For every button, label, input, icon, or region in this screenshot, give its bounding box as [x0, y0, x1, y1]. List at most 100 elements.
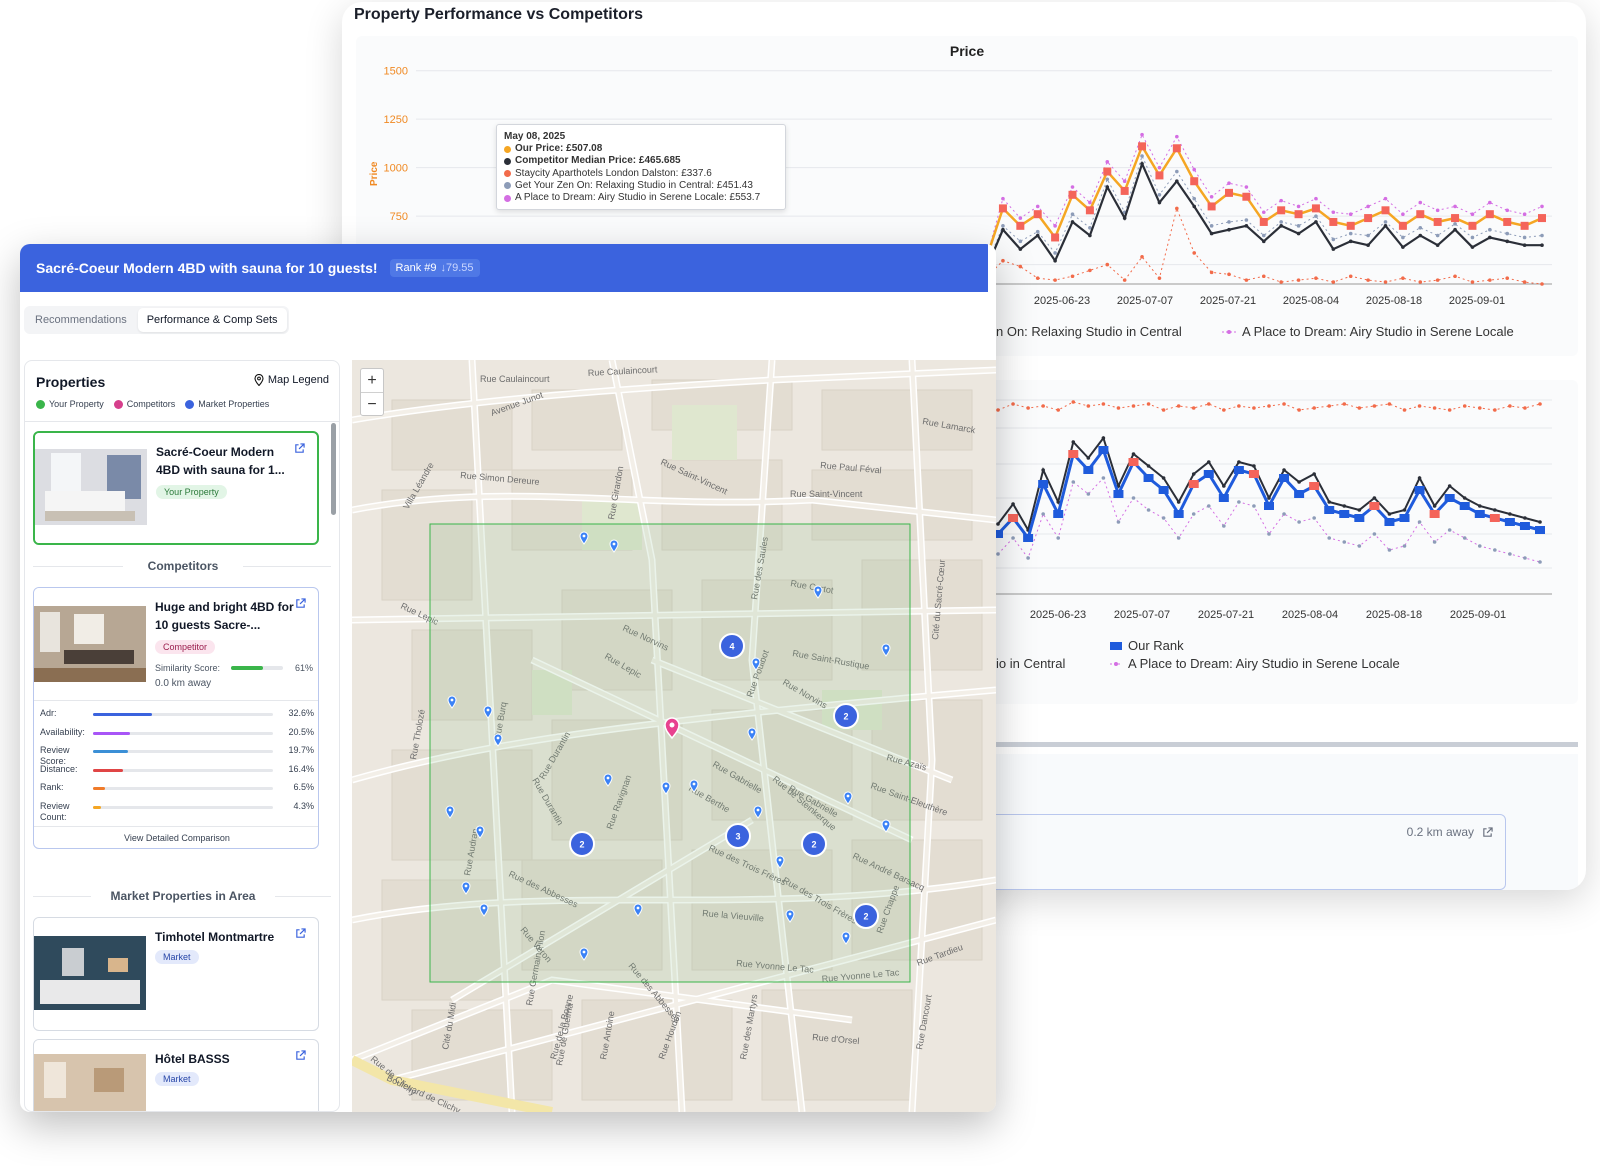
data-point: [1227, 227, 1231, 232]
map-block: [761, 989, 913, 1101]
data-point: [1053, 258, 1057, 263]
legend-label: Your Property: [49, 399, 104, 409]
data-point: [1041, 468, 1045, 472]
legend-row: Your Property Competitors Market Propert…: [36, 399, 269, 409]
map-park: [672, 405, 737, 460]
data-point: [1417, 476, 1422, 480]
external-link-icon[interactable]: [1482, 826, 1493, 838]
your-property-name[interactable]: Sacré-Coeur Modern 4BD with sauna for 1.…: [156, 443, 296, 479]
metric-value: 6.5%: [293, 782, 314, 793]
market-name[interactable]: Timhotel Montmartre: [155, 928, 295, 946]
data-point: [1435, 278, 1440, 282]
metric-bar: [93, 731, 273, 735]
view-detailed-comparison-link[interactable]: View Detailed Comparison: [34, 833, 318, 843]
data-point: [1122, 179, 1127, 184]
similarity-row: Similarity Score: 61%: [155, 663, 313, 675]
data-point: [1176, 404, 1181, 408]
data-point: [1387, 402, 1392, 406]
data-point: [1399, 514, 1410, 522]
data-point: [1191, 472, 1196, 476]
data-point: [1279, 474, 1290, 482]
data-point: [1387, 548, 1392, 552]
market-card[interactable]: Timhotel Montmartre Market: [33, 917, 319, 1031]
map-view[interactable]: Rue Caulaincourt Rue Caulaincourt Avenue J…: [352, 360, 996, 1112]
data-point: [1522, 235, 1527, 240]
legend-swatch-icon: [1222, 329, 1236, 334]
pin-hole: [750, 730, 754, 734]
data-point: [1172, 144, 1181, 153]
data-point: [1366, 278, 1370, 282]
zoom-in-button[interactable]: +: [361, 369, 383, 393]
your-property-card[interactable]: Sacré-Coeur Modern 4BD with sauna for 1.…: [33, 431, 319, 545]
market-tag: Market: [155, 950, 199, 964]
data-point: [1071, 480, 1076, 484]
data-point: [1432, 504, 1437, 508]
series-line: [915, 143, 1543, 266]
market-name[interactable]: Hôtel BASSS: [155, 1050, 295, 1068]
data-point: [1053, 251, 1057, 255]
data-point: [996, 552, 1000, 556]
data-point: [1227, 272, 1231, 277]
performance-title: Property Performance vs Competitors: [354, 6, 643, 23]
legend-item-zen-rank[interactable]: io in Central: [996, 656, 1065, 671]
data-point: [1088, 233, 1092, 238]
data-point: [1474, 510, 1485, 518]
legend-item-our-rank[interactable]: Our Rank: [1110, 638, 1184, 653]
legend-item-zen[interactable]: n On: Relaxing Studio in Central: [996, 324, 1182, 339]
data-point: [1282, 402, 1286, 406]
data-point: [1244, 218, 1249, 222]
external-link-icon[interactable]: [295, 598, 306, 609]
data-point: [1188, 480, 1199, 488]
legend-item-dream-rank[interactable]: A Place to Dream: Airy Studio in Serene …: [1110, 656, 1400, 671]
pin-hole: [846, 794, 850, 798]
metric-value: 20.5%: [288, 726, 314, 737]
market-card[interactable]: Hôtel BASSS Market: [33, 1039, 319, 1111]
nearby-distance-row: 0.2 km away: [1407, 825, 1493, 839]
tab-performance-comp-sets[interactable]: Performance & Comp Sets: [137, 308, 287, 332]
data-point: [1026, 406, 1030, 410]
legend-swatch-icon: [1110, 641, 1122, 650]
data-point: [1342, 504, 1347, 508]
competitor-card[interactable]: Huge and bright 4BD for 10 guests Sacre-…: [33, 587, 319, 849]
data-point: [1053, 278, 1057, 282]
tooltip-row: Staycity Aparthotels London Dalston: £33…: [504, 168, 778, 180]
street-label: Rue Caulaincourt: [480, 374, 550, 384]
data-point: [1508, 404, 1512, 408]
tooltip-row-label: Staycity Aparthotels London Dalston: £33…: [515, 167, 712, 179]
data-point: [1470, 235, 1475, 240]
tab-recommendations[interactable]: Recommendations: [26, 308, 136, 332]
scrollbar[interactable]: [331, 423, 336, 515]
your-property-tag: Your Property: [156, 485, 227, 499]
data-point: [1453, 204, 1457, 209]
data-point: [1206, 402, 1211, 406]
external-link-icon[interactable]: [294, 443, 305, 454]
pin-hole: [884, 646, 888, 650]
map-cluster: 3: [725, 823, 751, 849]
data-point: [1209, 270, 1214, 275]
data-point: [1101, 402, 1106, 406]
data-point: [1505, 208, 1510, 213]
map-legend-button[interactable]: Map Legend: [254, 374, 329, 386]
pin-hole: [582, 534, 586, 538]
legend-item-dream[interactable]: A Place to Dream: Airy Studio in Serene …: [1222, 324, 1514, 339]
competitor-name[interactable]: Huge and bright 4BD for 10 guests Sacre-…: [155, 598, 295, 634]
data-point: [1519, 522, 1530, 530]
data-point: [1071, 400, 1076, 404]
pin-hole: [606, 776, 610, 780]
external-link-icon[interactable]: [295, 1050, 306, 1061]
series-line: [915, 133, 1543, 266]
competitor-tag: Competitor: [155, 640, 216, 654]
zoom-out-button[interactable]: −: [361, 393, 383, 417]
pin-hole: [448, 808, 452, 812]
data-point: [1105, 185, 1110, 189]
data-point: [1157, 193, 1162, 197]
map-canvas[interactable]: Rue CaulaincourtRue CaulaincourtAvenue J…: [352, 360, 996, 1112]
data-point: [1070, 274, 1075, 279]
nearby-property-card[interactable]: 0.2 km away: [942, 814, 1506, 890]
metric-bar: [93, 768, 273, 772]
data-point: [1122, 216, 1127, 220]
legend-market-properties: Market Properties: [185, 399, 269, 409]
external-link-icon[interactable]: [295, 928, 306, 939]
pin-hole: [582, 950, 586, 954]
data-point: [1105, 262, 1110, 267]
